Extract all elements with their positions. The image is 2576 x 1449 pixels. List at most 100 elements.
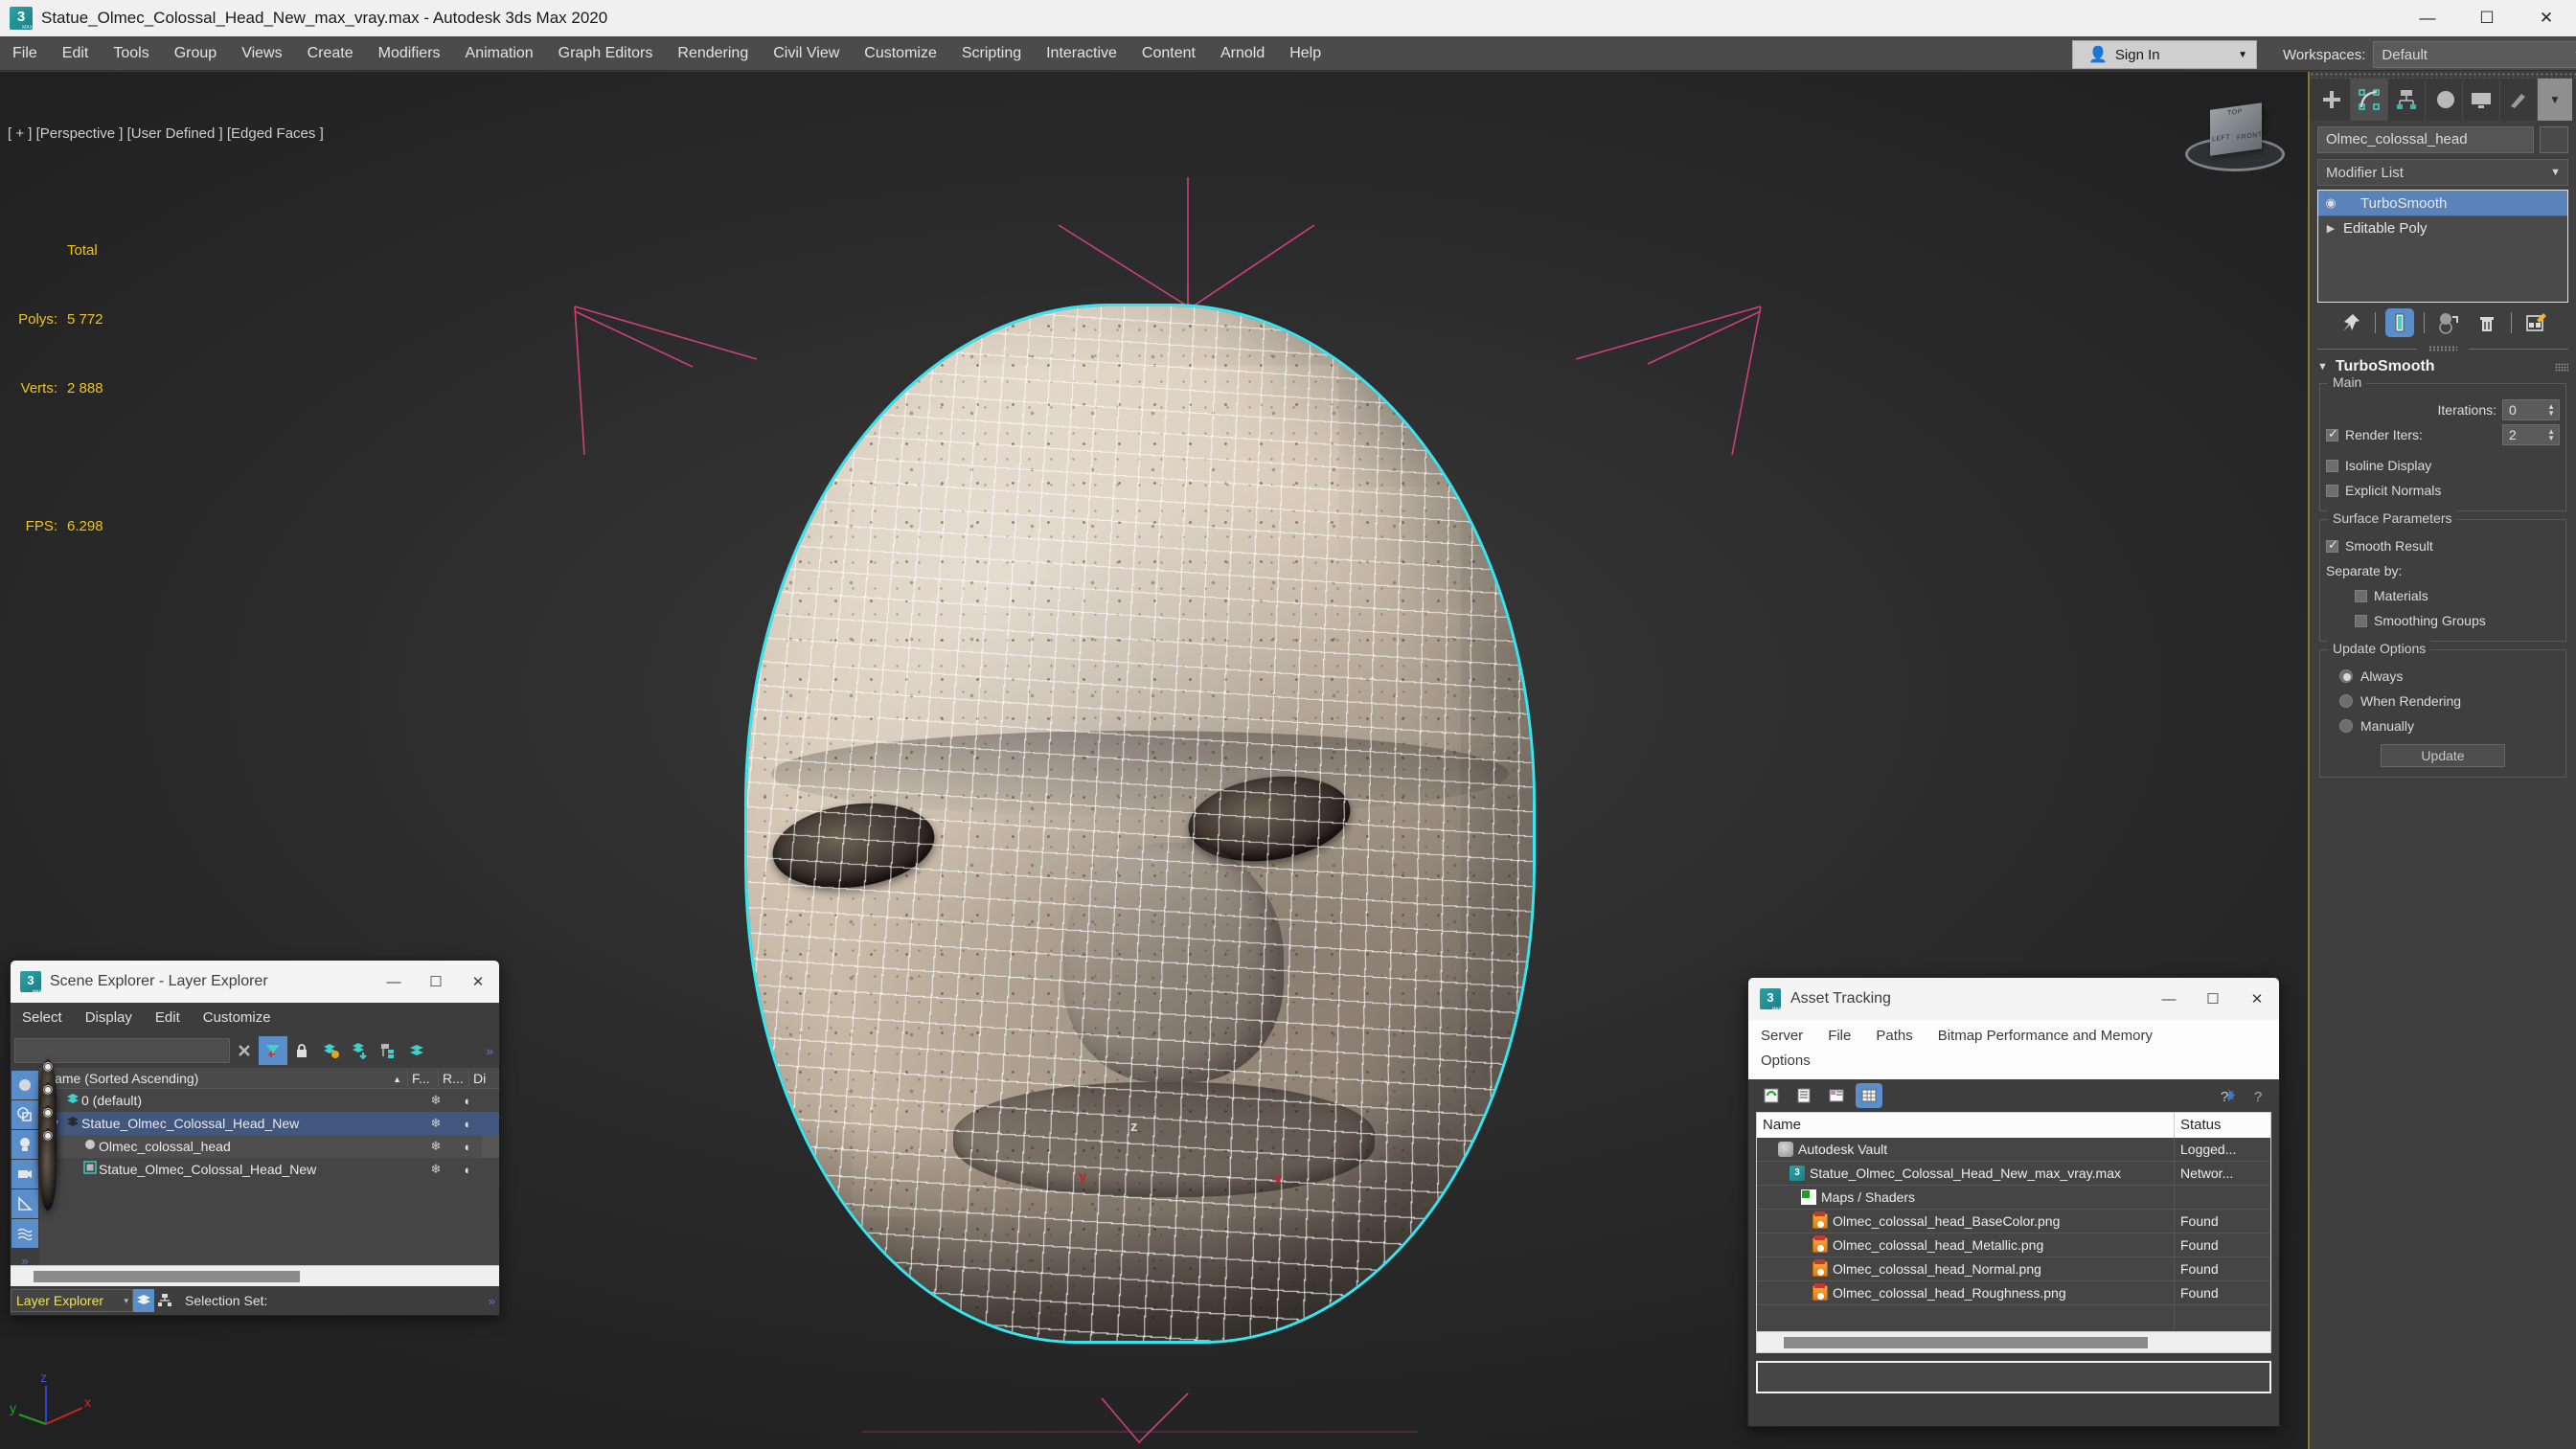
help-new-icon[interactable]: ?	[2214, 1083, 2241, 1108]
update-button[interactable]: Update	[2381, 744, 2505, 767]
toolbar-overflow-icon[interactable]: »	[486, 1043, 493, 1058]
materials-checkbox[interactable]	[2355, 589, 2367, 602]
asset-tracking-maximize-button[interactable]: ☐	[2191, 978, 2235, 1020]
asset-menu-server[interactable]: Server	[1748, 1024, 1815, 1049]
view-cube-body[interactable]: TOP LEFT FRONT	[2210, 102, 2263, 156]
manually-radio[interactable]	[2339, 719, 2353, 733]
display-tab[interactable]	[2463, 79, 2500, 121]
asset-tracking-window[interactable]: 3 Asset Tracking — ☐ ✕ Server File Paths…	[1747, 977, 2280, 1427]
create-tab[interactable]	[2314, 79, 2351, 121]
menu-group[interactable]: Group	[162, 36, 229, 71]
update-option-when-rendering[interactable]: When Rendering	[2326, 689, 2560, 713]
asset-status-field[interactable]	[1756, 1361, 2271, 1393]
menu-scripting[interactable]: Scripting	[949, 36, 1034, 71]
menu-customize[interactable]: Customize	[852, 36, 949, 71]
menu-animation[interactable]: Animation	[453, 36, 546, 71]
update-option-manually[interactable]: Manually	[2326, 713, 2560, 738]
layers-icon[interactable]	[402, 1036, 431, 1065]
scrollbar-thumb[interactable]	[34, 1270, 300, 1282]
sign-in-button[interactable]: 👤 Sign In ▼	[2072, 40, 2257, 69]
nest-layer-icon[interactable]	[374, 1036, 402, 1065]
make-unique-button[interactable]	[2434, 308, 2463, 337]
spinner-arrows-icon[interactable]: ▲ ▼	[2547, 403, 2555, 418]
menu-arnold[interactable]: Arnold	[1208, 36, 1277, 71]
menu-civil-view[interactable]: Civil View	[761, 36, 852, 71]
layer-down-icon[interactable]	[345, 1036, 374, 1065]
spinner-arrows-icon[interactable]: ▲ ▼	[2547, 428, 2555, 442]
object-color-swatch[interactable]	[2540, 126, 2568, 153]
hierarchy-tab[interactable]	[2388, 79, 2426, 121]
pin-stack-button[interactable]	[2337, 308, 2365, 337]
modifier-stack[interactable]: ◉ TurboSmooth ▶ Editable Poly	[2317, 190, 2568, 303]
scene-explorer-menu-select[interactable]: Select	[11, 1003, 74, 1033]
visibility-eye-icon[interactable]: ◉	[39, 1128, 57, 1211]
modifier-stack-item-editable-poly[interactable]: ▶ Editable Poly	[2318, 215, 2567, 240]
table-row[interactable]: Olmec_colossal_head_Roughness.png Found	[1757, 1281, 2270, 1305]
table-row[interactable]: 3 Statue_Olmec_Colossal_Head_New_max_vray…	[1757, 1162, 2270, 1186]
table-row[interactable]: Olmec_colossal_head_Normal.png Found	[1757, 1257, 2270, 1281]
hierarchy-view-icon[interactable]	[154, 1289, 175, 1312]
help-icon[interactable]: ?	[2246, 1083, 2273, 1108]
utilities-tab[interactable]	[2500, 79, 2538, 121]
column-render[interactable]: R...	[438, 1070, 468, 1086]
column-name[interactable]: Name (Sorted Ascending) ▲	[39, 1071, 407, 1086]
sidebar-cameras-icon[interactable]	[11, 1160, 38, 1189]
menu-rendering[interactable]: Rendering	[665, 36, 761, 71]
viewport-model[interactable]	[709, 268, 1571, 1379]
scene-explorer-menu-display[interactable]: Display	[74, 1003, 144, 1033]
object-name-field[interactable]: Olmec_colossal_head	[2317, 126, 2534, 153]
grid-view-icon[interactable]	[1856, 1083, 1882, 1108]
maximize-button[interactable]: ☐	[2457, 0, 2517, 36]
list-view-icon[interactable]	[1790, 1083, 1817, 1108]
renderable-icon[interactable]: ◖	[451, 1094, 482, 1108]
iterations-spinner[interactable]: 0 ▲ ▼	[2502, 399, 2560, 420]
explorer-mode-select[interactable]: Layer Explorer ▾	[11, 1289, 133, 1312]
panel-more-chevron-down-icon[interactable]: ▼	[2538, 79, 2572, 121]
list-item[interactable]: ◉ 0 (default) ❄ ◖	[39, 1059, 499, 1142]
scrollbar-thumb[interactable]	[1784, 1336, 2148, 1348]
panel-grip[interactable]	[2310, 72, 2576, 79]
scene-explorer-window[interactable]: 3 Scene Explorer - Layer Explorer — ☐ ✕ …	[10, 960, 500, 1316]
table-row[interactable]: Olmec_colossal_head_Metallic.png Found	[1757, 1234, 2270, 1257]
sidebar-shapes-icon[interactable]	[11, 1100, 38, 1129]
sidebar-spacewarps-icon[interactable]	[11, 1219, 38, 1248]
renderable-icon[interactable]: ◖	[451, 1163, 482, 1177]
asset-menu-paths[interactable]: Paths	[1863, 1024, 1925, 1049]
menu-file[interactable]: File	[0, 36, 50, 71]
scene-explorer-minimize-button[interactable]: —	[373, 961, 415, 1003]
menu-graph-editors[interactable]: Graph Editors	[546, 36, 666, 71]
explicit-normals-checkbox[interactable]	[2326, 484, 2338, 497]
render-iters-spinner[interactable]: 2 ▲ ▼	[2502, 424, 2560, 445]
list-item[interactable]: ◉ Statue_Olmec_Colossal_Head_New ❄ ◖	[39, 1128, 499, 1211]
scene-explorer-list[interactable]: Name (Sorted Ascending) ▲ F... R... Di ◉ …	[39, 1059, 499, 1265]
table-row[interactable]: Autodesk Vault Logged...	[1757, 1138, 2270, 1162]
when-rendering-radio[interactable]	[2339, 694, 2353, 708]
rollout-triangle-icon[interactable]: ▼	[2317, 361, 2328, 373]
asset-horizontal-scrollbar[interactable]	[1757, 1331, 2270, 1352]
menu-views[interactable]: Views	[229, 36, 294, 71]
column-freeze[interactable]: F...	[407, 1070, 438, 1086]
olmec-head-mesh[interactable]	[747, 306, 1533, 1341]
sidebar-helpers-icon[interactable]	[11, 1189, 38, 1218]
table-row[interactable]: Olmec_colossal_head_BaseColor.png Found	[1757, 1210, 2270, 1234]
isoline-display-checkbox[interactable]	[2326, 459, 2338, 472]
modifier-list-dropdown[interactable]: Modifier List ▼	[2317, 159, 2568, 186]
smoothing-groups-checkbox[interactable]	[2355, 614, 2367, 627]
modifier-visibility-eye-icon[interactable]: ◉	[2318, 195, 2343, 211]
menu-edit[interactable]: Edit	[50, 36, 102, 71]
asset-menu-file[interactable]: File	[1815, 1024, 1863, 1049]
freeze-icon[interactable]: ❄	[421, 1093, 451, 1108]
menu-help[interactable]: Help	[1277, 36, 1334, 71]
menu-content[interactable]: Content	[1129, 36, 1208, 71]
motion-tab[interactable]	[2426, 79, 2463, 121]
scene-explorer-maximize-button[interactable]: ☐	[415, 961, 457, 1003]
always-radio[interactable]	[2339, 669, 2353, 683]
filter-icon[interactable]	[259, 1036, 287, 1065]
sidebar-overflow-icon[interactable]: »	[11, 1254, 39, 1268]
list-item[interactable]: ◉ Olmec_colossal_head ❄ ◖	[39, 1105, 499, 1188]
asset-tracking-table[interactable]: Name Status Autodesk Vault Logged... 3 St…	[1756, 1112, 2271, 1353]
asset-menu-options[interactable]: Options	[1748, 1049, 1823, 1074]
asset-column-name[interactable]: Name	[1757, 1113, 2175, 1138]
menu-modifiers[interactable]: Modifiers	[366, 36, 453, 71]
renderable-icon[interactable]: ◖	[451, 1140, 482, 1154]
